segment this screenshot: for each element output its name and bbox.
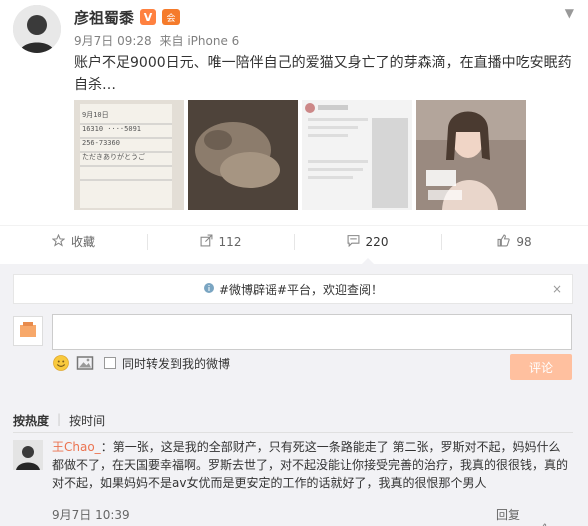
post-actions: 收藏 112 220 98 [0,225,588,265]
comment-content: ：第一张，这是我的全部财产，只有死这一条路能走了 第二张，罗斯对不起，妈妈什么都… [52,440,569,490]
commenter-name[interactable]: 王Chao_ [52,440,101,454]
author-row: 彦祖蜀黍 V 会 [74,6,181,28]
compose-tools: 同时转发到我的微博 [52,354,230,372]
favorite-label: 收藏 [70,235,95,249]
thumbs-up-icon [497,234,511,250]
like-button[interactable]: 98 [441,226,588,257]
image-icon[interactable] [76,354,94,372]
post-meta: 9月7日 09:28 来自 iPhone 6 [74,32,243,49]
post-image-1[interactable]: 9月10日 16310 ····5091 256-73360 ただきありがとうご [74,100,184,210]
notice-text[interactable]: #微博辟谣#平台，欢迎查阅！ [219,281,383,298]
comment-icon [347,234,360,250]
post-image-3[interactable] [302,100,412,210]
comment-count: 220 [365,234,389,249]
receipt-line: ただきありがとうご [82,153,145,161]
close-icon[interactable]: × [552,282,562,296]
sort-separator: | [57,412,62,426]
repost-checkbox[interactable] [104,357,116,369]
receipt-line: 16310 ····5091 [82,125,142,133]
post-image-4[interactable] [416,100,526,210]
rumor-notice: #微博辟谣#平台，欢迎查阅！ × [13,274,573,304]
comment-sort: 按热度 | 按时间 [13,412,105,429]
vip-badge: 会 [162,9,181,25]
receipt-line: 256-73360 [82,139,120,147]
divider [13,432,573,433]
sort-by-hot[interactable]: 按热度 [13,412,49,429]
author-name[interactable]: 彦祖蜀黍 [74,7,134,28]
current-user-avatar [13,316,43,346]
reply-button[interactable]: 回复 [496,506,520,523]
comment-button[interactable]: 220 [294,226,441,265]
comment-text: 王Chao_：第一张，这是我的全部财产，只有死这一条路能走了 第二张，罗斯对不起… [52,438,572,492]
star-icon [51,233,66,250]
repost-count: 112 [218,234,242,249]
post-image-2[interactable] [188,100,298,210]
like-count: 98 [516,234,532,249]
author-avatar[interactable] [13,5,61,53]
post-text: 账户不足9000日元、唯一陪伴自己的爱猫又身亡了的芽森滴，在直播中吃安眠药自杀… [74,55,572,93]
post-source: 来自 iPhone 6 [159,34,240,48]
comment-input[interactable] [52,314,572,350]
commenter-avatar[interactable] [13,440,43,470]
share-icon [200,234,213,250]
receipt-line: 9月10日 [82,111,109,119]
comment-date: 9月7日 10:39 [52,508,130,522]
submit-comment-button[interactable]: 评论 [510,354,572,380]
comment-section: #微博辟谣#平台，欢迎查阅！ × 同时转发到我的微博 评论 按热度 | 按时间 [0,264,588,526]
verified-badge: V [140,9,157,25]
smile-icon[interactable] [52,354,70,372]
post-images: 9月10日 16310 ····5091 256-73360 ただきありがとうご [74,100,526,210]
repost-button[interactable]: 112 [147,226,294,257]
repost-checkbox-label[interactable]: 同时转发到我的微博 [122,355,230,372]
favorite-button[interactable]: 收藏 [0,226,147,257]
chevron-down-icon[interactable]: ▼ [565,6,574,20]
info-icon [203,282,215,297]
sort-by-time[interactable]: 按时间 [69,412,105,429]
comment-footer: 9月7日 10:39 回复 55 [52,506,572,526]
post-date[interactable]: 9月7日 09:28 [74,34,152,48]
